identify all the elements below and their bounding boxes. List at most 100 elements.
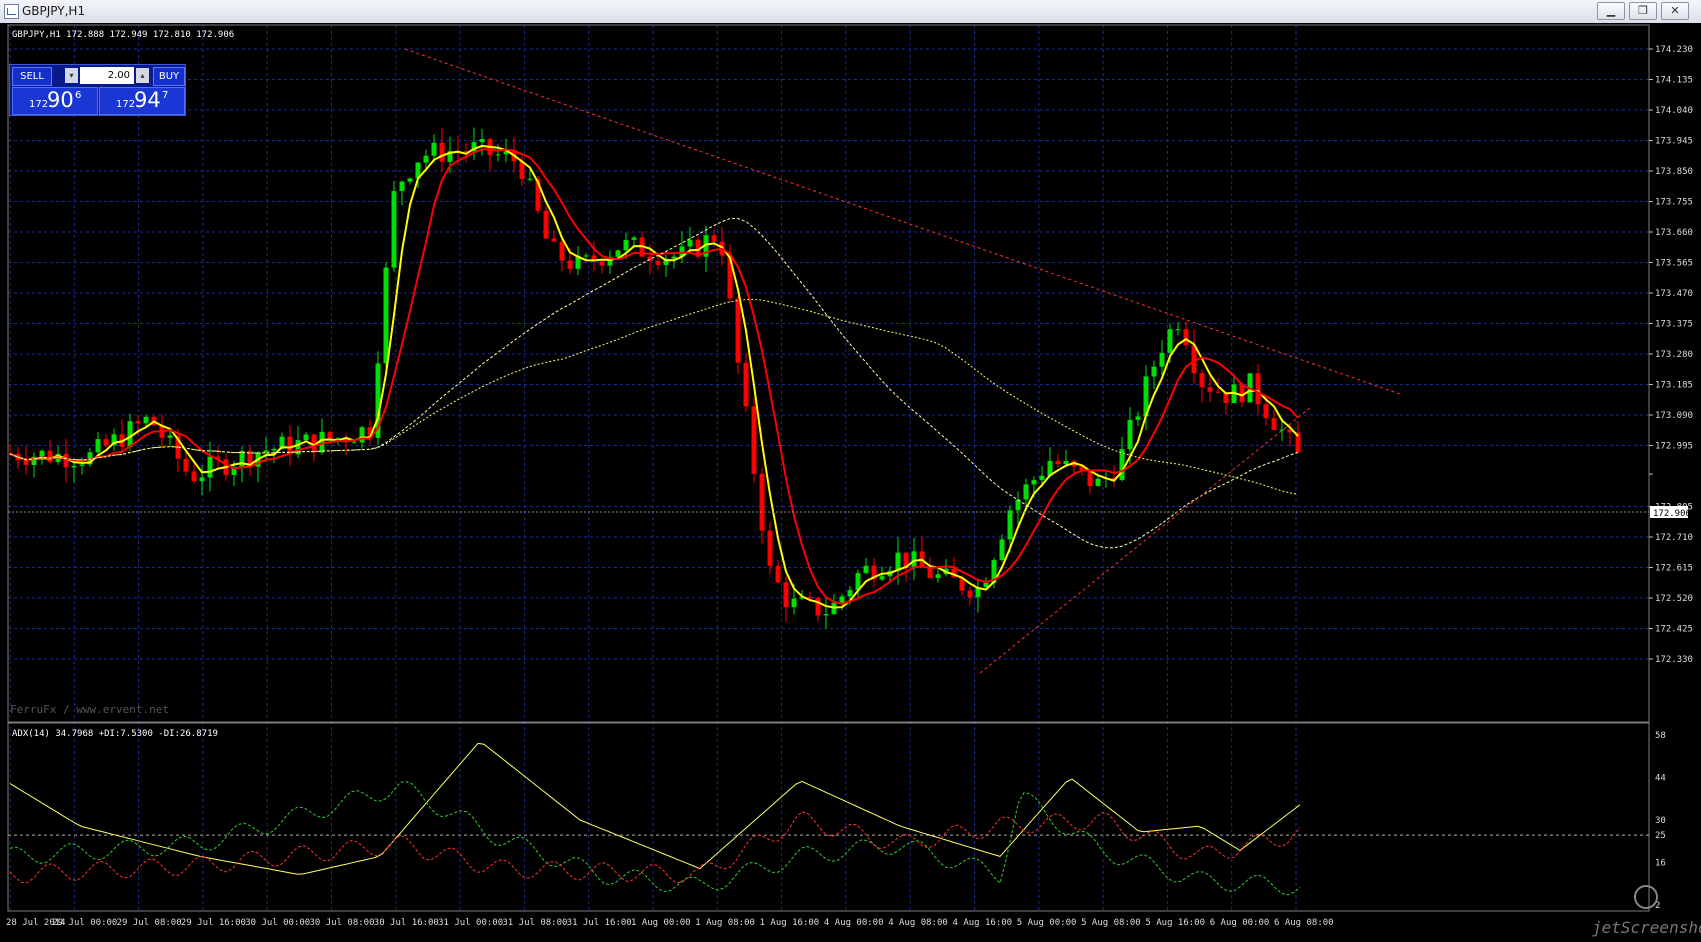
price-tick-label: 173.565 xyxy=(1655,259,1693,269)
close-button[interactable]: ✕ xyxy=(1661,2,1689,20)
time-tick-label: 6 Aug 00:00 xyxy=(1210,918,1270,928)
time-tick-label: 29 Jul 16:00 xyxy=(181,918,246,928)
candle-body xyxy=(407,178,413,182)
candle-body xyxy=(271,448,277,451)
candle-body xyxy=(1199,373,1205,388)
lines-group xyxy=(8,48,1649,674)
candle-body xyxy=(775,566,781,583)
adx-tick-label: 25 xyxy=(1655,831,1666,841)
price-tick-label: 173.660 xyxy=(1655,228,1693,238)
candle-body xyxy=(1215,391,1221,393)
candle-body xyxy=(1159,352,1165,367)
candle-body xyxy=(95,439,101,453)
candle-body xyxy=(191,471,197,482)
candle-body xyxy=(63,453,69,468)
candle-body xyxy=(23,460,29,465)
candle-body xyxy=(127,421,133,447)
candle-body xyxy=(567,260,573,269)
adx-line xyxy=(9,742,1301,875)
candle-body xyxy=(879,576,885,580)
time-tick-label: 4 Aug 08:00 xyxy=(888,918,948,928)
candle-body xyxy=(839,596,845,603)
price-tick-label: 173.090 xyxy=(1655,411,1693,421)
buy-price-prefix: 172 xyxy=(116,99,136,110)
candle-body xyxy=(527,178,533,180)
candle-body xyxy=(623,239,629,251)
time-tick-label: 5 Aug 16:00 xyxy=(1145,918,1205,928)
buy-price-pips: 94 xyxy=(134,88,161,112)
price-tick-label: 172.425 xyxy=(1655,625,1693,635)
candle-body xyxy=(167,435,173,438)
sell-button[interactable]: SELL xyxy=(12,67,52,86)
candle-body xyxy=(431,142,437,156)
chart-canvas[interactable]: 58443025162 174.230174.135174.040173.945… xyxy=(0,23,1701,938)
candle-body xyxy=(1207,387,1213,392)
candle-body xyxy=(1151,366,1157,377)
lot-size-input[interactable]: 2.00 xyxy=(80,67,134,84)
time-tick-label: 31 Jul 00:00 xyxy=(438,918,503,928)
buy-price-box[interactable]: 172 94 7 xyxy=(99,87,185,115)
candle-body xyxy=(767,530,773,567)
candle-body xyxy=(1055,460,1061,465)
candle-body xyxy=(327,431,333,440)
ma-fast-line xyxy=(9,144,1299,609)
candle-body xyxy=(1127,419,1133,450)
time-tick-label: 4 Aug 16:00 xyxy=(953,918,1013,928)
candle-body xyxy=(711,235,717,242)
restore-button[interactable]: ❐ xyxy=(1629,2,1657,20)
candle-body xyxy=(1039,475,1045,481)
indicator-border xyxy=(7,722,1650,912)
candle-body xyxy=(79,464,85,466)
candle-body xyxy=(359,427,365,443)
price-tick-label: 172.520 xyxy=(1655,594,1693,604)
candle-body xyxy=(823,614,829,616)
minimize-button[interactable]: ▁ xyxy=(1597,2,1625,20)
lot-decrease-button[interactable]: ▾ xyxy=(65,68,78,83)
sell-price-pips: 90 xyxy=(47,88,74,112)
candle-body xyxy=(743,362,749,407)
time-tick-label: 29 Jul 08:00 xyxy=(117,918,182,928)
candle-body xyxy=(439,142,445,162)
candle-body xyxy=(351,442,357,444)
candle-body xyxy=(135,421,141,424)
candle-body xyxy=(1191,345,1197,374)
chart-watermark: FerruFx / www.ervent.net xyxy=(10,703,169,716)
resistance-trendline xyxy=(404,48,1401,395)
time-tick-label: 30 Jul 08:00 xyxy=(310,918,375,928)
price-tick-label: 174.135 xyxy=(1655,76,1693,86)
price-tick-label: 173.945 xyxy=(1655,137,1693,147)
buy-button[interactable]: BUY xyxy=(153,67,185,86)
time-tick-label: 5 Aug 08:00 xyxy=(1081,918,1141,928)
price-tick-label: 173.280 xyxy=(1655,350,1693,360)
candle-body xyxy=(1063,460,1069,465)
price-tick-label: 174.230 xyxy=(1655,45,1693,55)
chart-grid xyxy=(8,25,1649,911)
time-tick-label: 6 Aug 08:00 xyxy=(1274,918,1334,928)
candle-body xyxy=(599,261,605,266)
candle-body xyxy=(863,565,869,574)
adx-tick-label: 30 xyxy=(1655,816,1666,826)
time-tick-label: 30 Jul 16:00 xyxy=(374,918,439,928)
time-axis: 28 Jul 201429 Jul 00:00 29 Jul 08:00 29 Ju… xyxy=(6,918,1334,928)
candle-body xyxy=(495,154,501,156)
candle-body xyxy=(1023,484,1029,500)
candle-body xyxy=(39,450,45,457)
jetscreenshot-icon xyxy=(1634,885,1658,909)
candle-body xyxy=(1167,329,1173,353)
candle-body xyxy=(71,465,77,468)
sell-price-box[interactable]: 172 90 6 xyxy=(12,87,98,115)
plus-di-line xyxy=(9,780,1301,896)
adx-group: 58443025162 xyxy=(8,731,1666,911)
lot-increase-button[interactable]: ▴ xyxy=(136,68,149,83)
candle-body xyxy=(735,298,741,363)
window-titlebar: GBPJPY,H1 ▁ ❐ ✕ xyxy=(0,0,1701,24)
candle-body xyxy=(1007,510,1013,540)
sell-price-prefix: 172 xyxy=(29,99,49,110)
candle-body xyxy=(479,139,485,143)
chart-area[interactable]: 58 44 30 25 16 2 174.230 174.135 174.040 173.945… xyxy=(0,23,1701,938)
candle-body xyxy=(207,456,213,478)
candle-body xyxy=(783,582,789,608)
sell-price-fraction: 6 xyxy=(75,90,82,101)
price-tick-label: 172.995 xyxy=(1655,442,1693,452)
time-tick-label: 1 Aug 08:00 xyxy=(695,918,755,928)
